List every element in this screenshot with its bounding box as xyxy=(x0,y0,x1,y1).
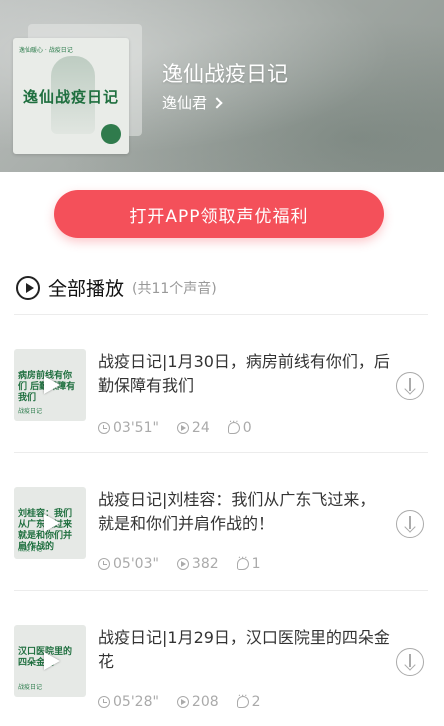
thumbnail-footer: 战疫日记 xyxy=(18,684,43,691)
thumbnail-footer: 战疫日记 xyxy=(18,546,43,553)
clock-icon xyxy=(98,558,110,570)
track-title[interactable]: 战疫日记|1月29日，汉口医院里的四朵金花 xyxy=(98,626,390,674)
play-circle-icon xyxy=(16,275,40,300)
track-title[interactable]: 战疫日记|1月30日，病房前线有你们，后勤保障有我们 xyxy=(98,350,390,398)
comment-icon xyxy=(227,417,240,434)
comment-icon xyxy=(236,553,249,570)
download-icon[interactable] xyxy=(396,372,424,400)
cover-tag: 逸仙暖心 · 战疫日记 xyxy=(19,47,73,54)
track-comments: 2 xyxy=(251,694,261,710)
play-icon[interactable] xyxy=(40,651,60,671)
cover-badge-icon xyxy=(101,124,121,144)
download-icon[interactable] xyxy=(396,510,424,538)
open-app-button[interactable]: 打开APP领取声优福利 xyxy=(54,190,384,238)
album-author-name: 逸仙君 xyxy=(162,94,208,112)
track-meta: 05'28" 208 2 xyxy=(98,691,261,710)
track-thumbnail[interactable]: 病房前线有你们 后勤保障有我们 战疫日记 xyxy=(14,349,86,421)
track-thumbnail[interactable]: 刘桂容：我们从广东飞过来 就是和你们并肩作战的 战疫日记 xyxy=(14,487,86,559)
track-meta: 03'51" 24 0 xyxy=(98,417,252,436)
thumbnail-footer: 战疫日记 xyxy=(18,408,43,415)
play-count-icon xyxy=(176,696,189,708)
track-thumbnail[interactable]: 汉口医院里的四朵金花 战疫日记 xyxy=(14,625,86,697)
play-icon[interactable] xyxy=(40,513,60,533)
track-item[interactable]: 汉口医院里的四朵金花 战疫日记 战疫日记|1月29日，汉口医院里的四朵金花 05… xyxy=(0,590,444,726)
play-count-icon xyxy=(176,422,189,434)
album-header: 逸仙暖心 · 战疫日记 逸仙战疫日记 逸仙战疫日记 逸仙君 xyxy=(0,0,444,172)
chevron-right-icon xyxy=(211,96,223,109)
track-comments: 1 xyxy=(251,556,261,572)
track-duration: 03'51" xyxy=(113,420,159,436)
download-icon[interactable] xyxy=(396,648,424,676)
track-plays: 24 xyxy=(191,420,210,436)
clock-icon xyxy=(98,696,110,708)
play-icon[interactable] xyxy=(40,375,60,395)
play-count-icon xyxy=(176,558,189,570)
album-cover[interactable]: 逸仙暖心 · 战疫日记 逸仙战疫日记 xyxy=(13,38,129,154)
track-duration: 05'28" xyxy=(113,694,159,710)
track-plays: 382 xyxy=(191,556,219,572)
track-count: (共11个声音) xyxy=(132,280,217,297)
album-author-link[interactable]: 逸仙君 xyxy=(162,92,223,113)
track-item[interactable]: 病房前线有你们 后勤保障有我们 战疫日记 战疫日记|1月30日，病房前线有你们，… xyxy=(0,314,444,452)
track-comments: 0 xyxy=(242,420,252,436)
track-meta: 05'03" 382 1 xyxy=(98,553,261,572)
play-all-button[interactable]: 全部播放 (共11个声音) xyxy=(16,274,217,301)
track-duration: 05'03" xyxy=(113,556,159,572)
album-title: 逸仙战疫日记 xyxy=(162,62,288,86)
track-item[interactable]: 刘桂容：我们从广东飞过来 就是和你们并肩作战的 战疫日记 战疫日记|刘桂容：我们… xyxy=(0,452,444,590)
play-all-label: 全部播放 xyxy=(48,278,125,300)
track-title[interactable]: 战疫日记|刘桂容：我们从广东飞过来，就是和你们并肩作战的！ xyxy=(98,488,390,536)
comment-icon xyxy=(236,691,249,708)
clock-icon xyxy=(98,422,110,434)
track-plays: 208 xyxy=(191,694,219,710)
cover-title: 逸仙战疫日记 xyxy=(22,88,119,106)
